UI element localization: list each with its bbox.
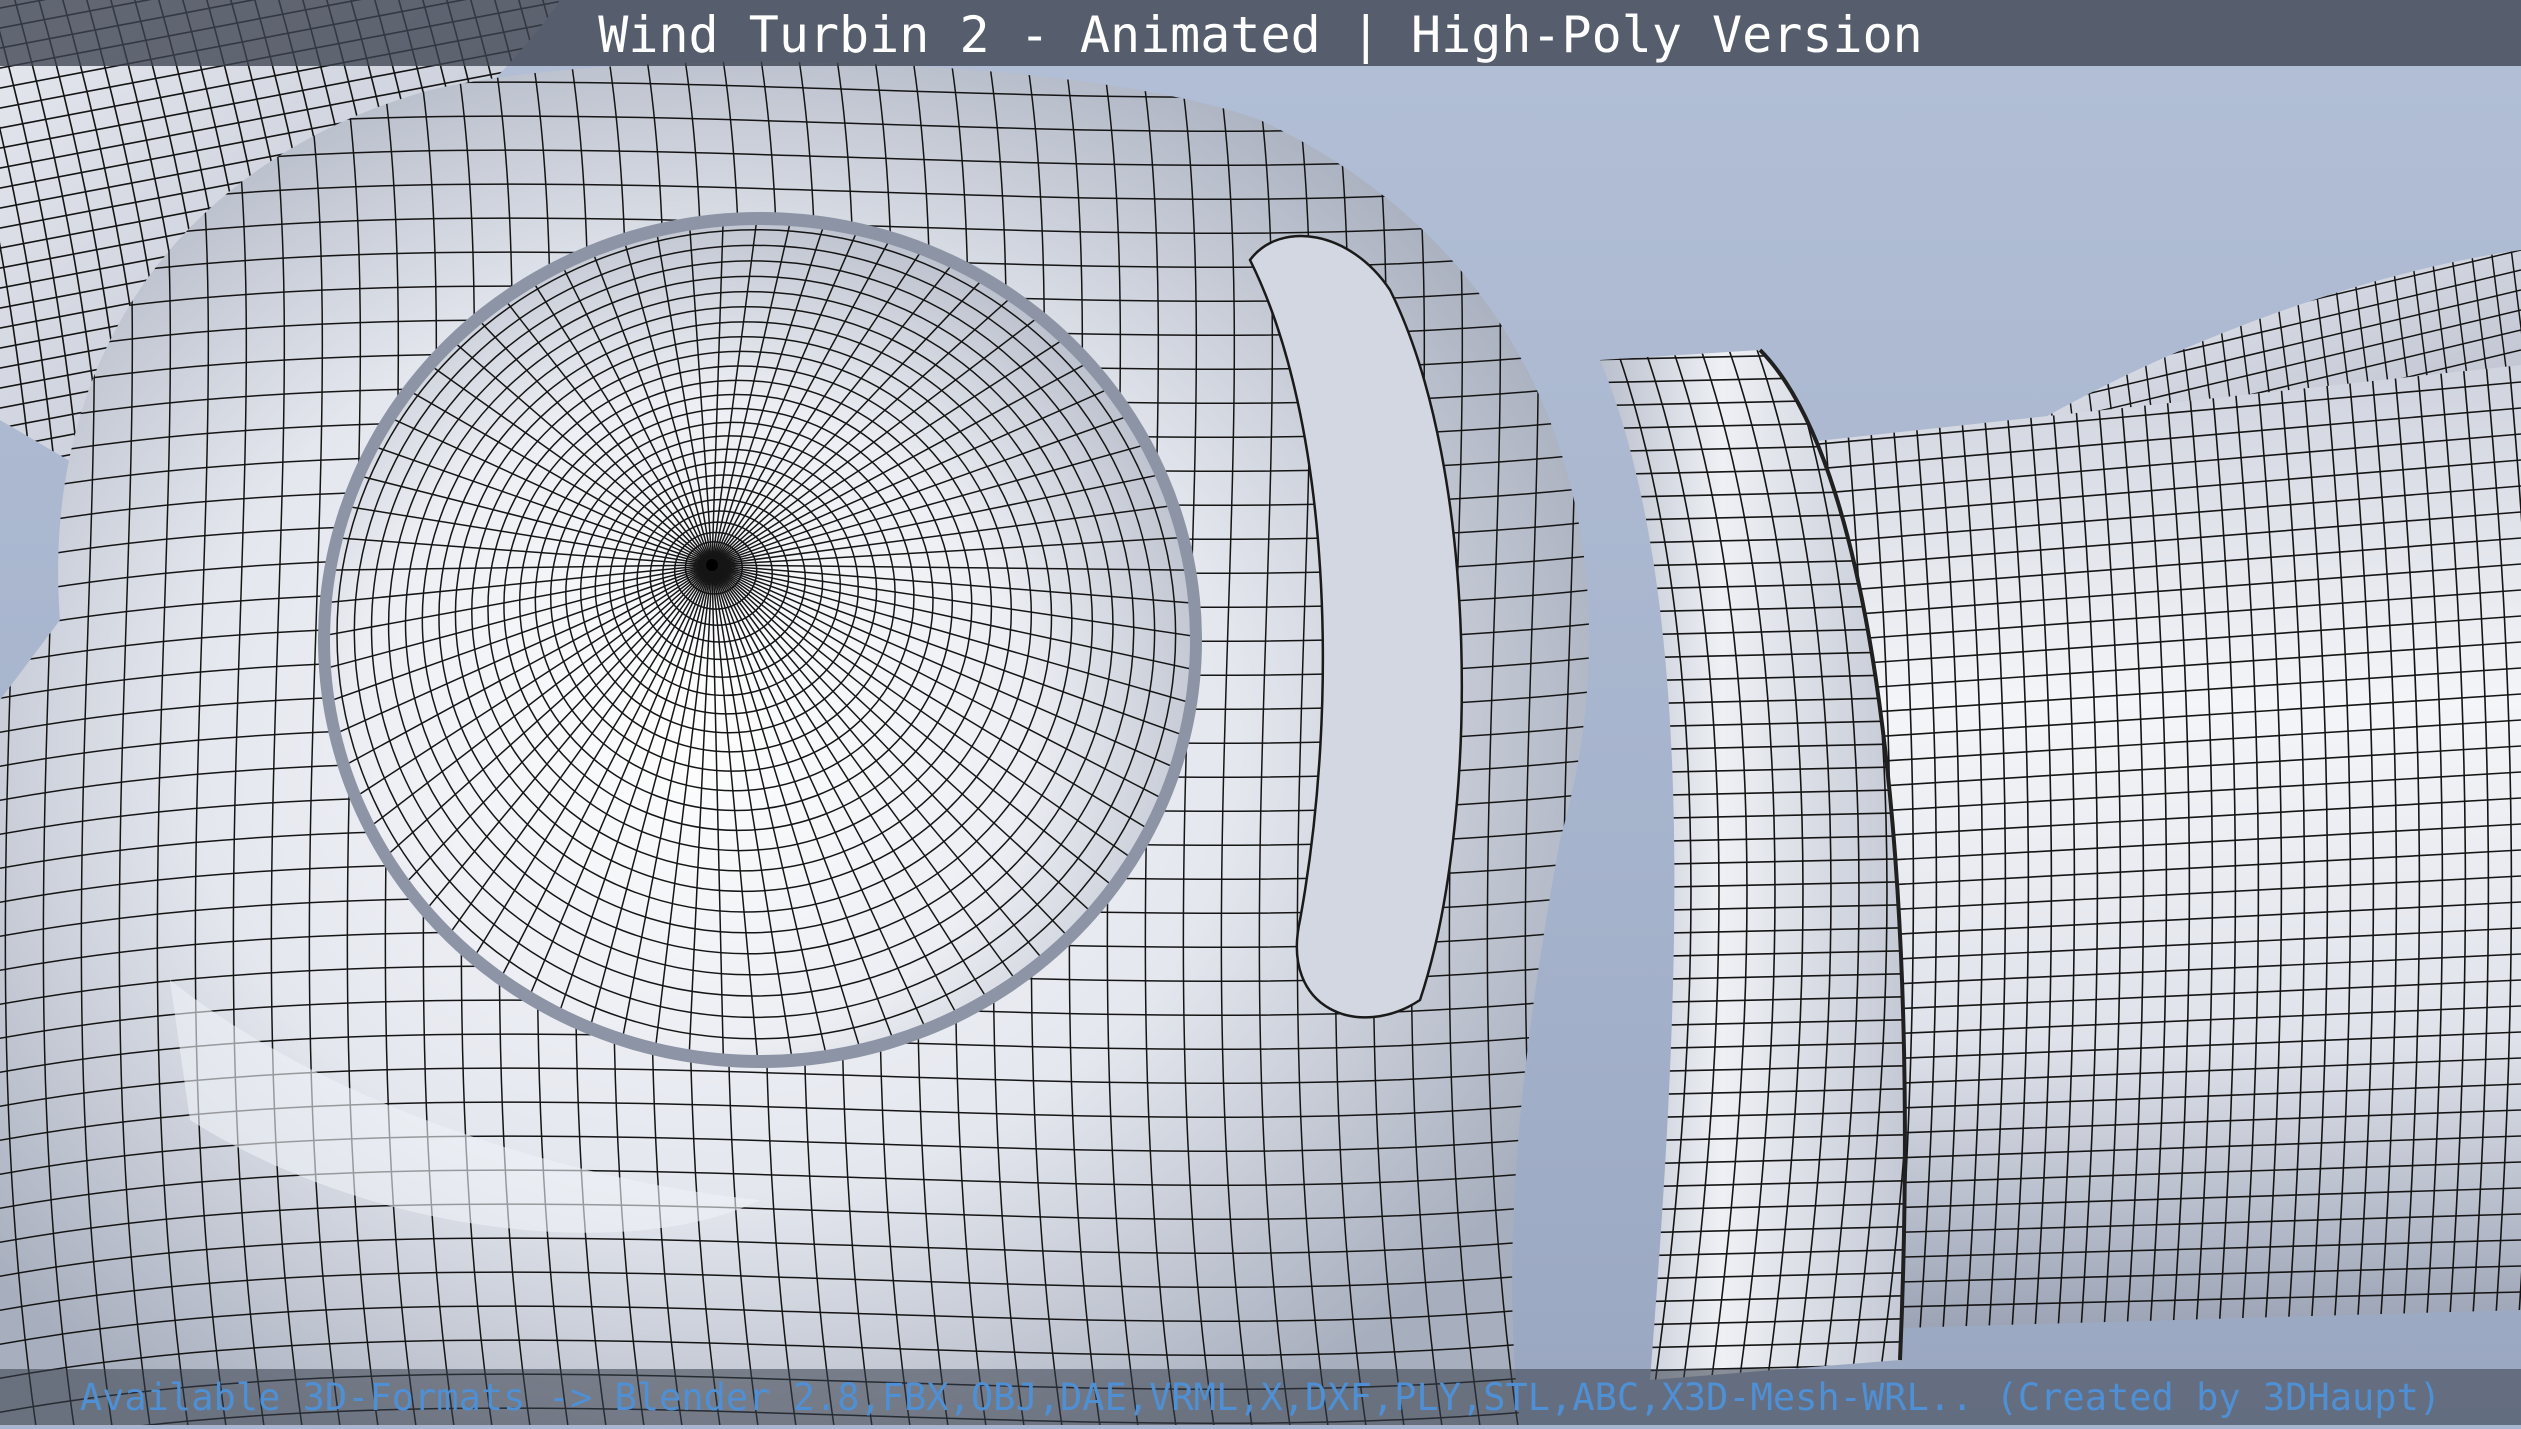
wireframe-render-image	[0, 0, 2521, 1426]
render-viewport	[0, 0, 2521, 1426]
video-title: Wind Turbin 2 - Animated | High-Poly Ver…	[598, 6, 1923, 64]
title-bar: Wind Turbin 2 - Animated | High-Poly Ver…	[0, 0, 2521, 66]
available-formats-caption: Available 3D-Formats -> Blender 2.8,FBX,…	[79, 1376, 2442, 1419]
footer-bar: Available 3D-Formats -> Blender 2.8,FBX,…	[0, 1369, 2521, 1425]
